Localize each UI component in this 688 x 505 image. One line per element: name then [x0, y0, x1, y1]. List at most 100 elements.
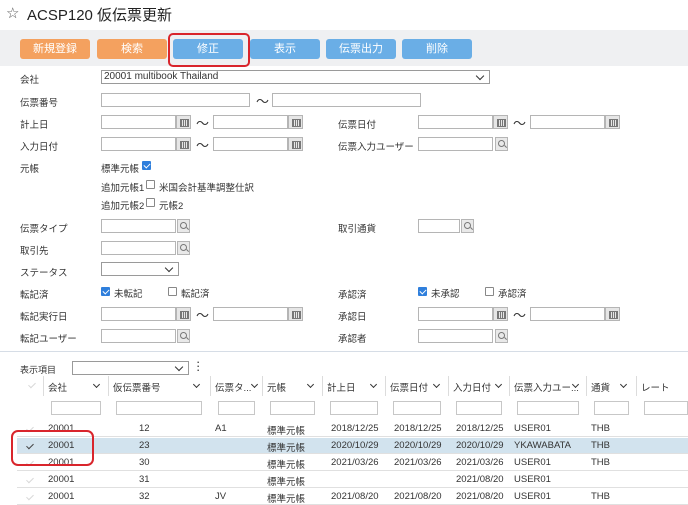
- col-header-voucher-date[interactable]: 伝票日付: [390, 380, 428, 394]
- filter-voucher-type-input[interactable]: [218, 401, 255, 415]
- table-row[interactable]: 20001 30 標準元帳 2021/03/26 2021/03/26 2021…: [17, 455, 688, 471]
- partner-label: 取引先: [20, 246, 49, 257]
- calendar-icon[interactable]: [288, 307, 303, 321]
- unapproved-checkbox[interactable]: [418, 287, 427, 296]
- filter-voucher-date-input[interactable]: [393, 401, 441, 415]
- voucher-date-from-input[interactable]: [418, 115, 493, 129]
- print-voucher-button[interactable]: 伝票出力: [326, 39, 396, 59]
- table-row[interactable]: 20001 32 JV 標準元帳 2021/08/20 2021/08/20 2…: [17, 489, 688, 505]
- col-header-company[interactable]: 会社: [48, 380, 67, 394]
- calendar-icon[interactable]: [288, 137, 303, 151]
- col-header-voucher-no[interactable]: 仮伝票番号: [113, 380, 161, 394]
- filter-input-user-input[interactable]: [517, 401, 579, 415]
- ledger-add2-checkbox[interactable]: [146, 198, 155, 207]
- approval-date-from-input[interactable]: [418, 307, 493, 321]
- col-header-currency[interactable]: 通貨: [591, 380, 610, 394]
- search-icon[interactable]: [177, 219, 190, 233]
- table-row[interactable]: 20001 12 A1 標準元帳 2018/12/25 2018/12/25 2…: [17, 421, 688, 437]
- post-exec-date-from-input[interactable]: [101, 307, 176, 321]
- calendar-icon[interactable]: [493, 115, 508, 129]
- calendar-icon[interactable]: [493, 307, 508, 321]
- ledger-add1-label: 追加元帳1: [101, 183, 145, 194]
- filter-input-date-input[interactable]: [456, 401, 502, 415]
- input-user-input[interactable]: [418, 137, 493, 151]
- input-date-to-input[interactable]: [213, 137, 288, 151]
- filter-rate-input[interactable]: [644, 401, 688, 415]
- view-button[interactable]: 表示: [250, 39, 320, 59]
- favorite-star-icon[interactable]: ☆: [6, 4, 19, 22]
- cell-post-date: 2021/08/20: [331, 491, 379, 502]
- new-button[interactable]: 新規登録: [20, 39, 90, 59]
- search-icon[interactable]: [177, 241, 190, 255]
- range-tilde: 〜: [513, 116, 527, 131]
- voucher-no-from-input[interactable]: [101, 93, 250, 107]
- calendar-icon[interactable]: [605, 115, 620, 129]
- search-icon[interactable]: [461, 219, 474, 233]
- select-all-check-icon[interactable]: [28, 380, 36, 389]
- sort-chevron-icon[interactable]: [306, 380, 315, 389]
- page-title: ACSP120 仮伝票更新: [27, 7, 173, 24]
- post-date-to-input[interactable]: [213, 115, 288, 129]
- input-date-label: 入力日付: [20, 142, 59, 153]
- sort-chevron-icon[interactable]: [250, 380, 259, 389]
- sort-chevron-icon[interactable]: [619, 380, 628, 389]
- calendar-icon[interactable]: [288, 115, 303, 129]
- table-row-selected[interactable]: 20001 23 標準元帳 2020/10/29 2020/10/29 2020…: [17, 438, 688, 454]
- currency-input[interactable]: [418, 219, 460, 233]
- unposted-checkbox[interactable]: [101, 287, 110, 296]
- search-icon[interactable]: [495, 329, 508, 343]
- filter-company-input[interactable]: [51, 401, 101, 415]
- post-user-input[interactable]: [101, 329, 176, 343]
- ledger-standard-label: 標準元帳: [101, 164, 140, 175]
- search-button[interactable]: 検索: [97, 39, 167, 59]
- calendar-icon[interactable]: [176, 307, 191, 321]
- partner-input[interactable]: [101, 241, 176, 255]
- input-date-from-input[interactable]: [101, 137, 176, 151]
- filter-currency-input[interactable]: [594, 401, 629, 415]
- calendar-icon[interactable]: [176, 137, 191, 151]
- company-select[interactable]: 20001 multibook Thailand: [101, 70, 490, 84]
- filter-voucher-no-input[interactable]: [116, 401, 202, 415]
- col-header-input-date[interactable]: 入力日付: [453, 380, 491, 394]
- sort-chevron-icon[interactable]: [92, 380, 101, 389]
- post-date-from-input[interactable]: [101, 115, 176, 129]
- approval-date-to-input[interactable]: [530, 307, 605, 321]
- row-check-icon[interactable]: [26, 492, 34, 501]
- sort-chevron-icon[interactable]: [494, 380, 503, 389]
- approval-date-label: 承認日: [338, 312, 367, 323]
- col-header-input-user[interactable]: 伝票入力ユー...: [514, 380, 579, 394]
- voucher-no-to-input[interactable]: [272, 93, 421, 107]
- col-header-ledger[interactable]: 元帳: [267, 380, 286, 394]
- filter-ledger-input[interactable]: [270, 401, 315, 415]
- posted-checkbox[interactable]: [168, 287, 177, 296]
- ledger-add1-checkbox[interactable]: [146, 180, 155, 189]
- status-select[interactable]: [101, 262, 179, 276]
- voucher-no-label: 伝票番号: [20, 98, 59, 109]
- cell-voucher-no: 31: [139, 474, 150, 485]
- sort-chevron-icon[interactable]: [192, 380, 201, 389]
- approver-input[interactable]: [418, 329, 493, 343]
- cell-post-date: 2021/03/26: [331, 457, 379, 468]
- cell-currency: THB: [591, 423, 610, 434]
- sort-chevron-icon[interactable]: [369, 380, 378, 389]
- ledger-standard-checkbox[interactable]: [142, 161, 151, 170]
- table-row[interactable]: 20001 31 標準元帳 2021/08/20 USER01: [17, 472, 688, 488]
- calendar-icon[interactable]: [176, 115, 191, 129]
- sort-chevron-icon[interactable]: [432, 380, 441, 389]
- delete-button[interactable]: 削除: [402, 39, 472, 59]
- row-check-icon[interactable]: [26, 475, 34, 484]
- col-header-rate[interactable]: レート: [641, 380, 670, 394]
- more-options-icon[interactable]: · · ·: [196, 355, 200, 376]
- post-exec-date-to-input[interactable]: [213, 307, 288, 321]
- voucher-type-input[interactable]: [101, 219, 176, 233]
- search-icon[interactable]: [495, 137, 508, 151]
- voucher-date-to-input[interactable]: [530, 115, 605, 129]
- display-items-select[interactable]: [72, 361, 189, 375]
- filter-post-date-input[interactable]: [330, 401, 378, 415]
- col-header-voucher-type[interactable]: 伝票タ...: [215, 380, 251, 394]
- calendar-icon[interactable]: [605, 307, 620, 321]
- col-header-post-date[interactable]: 計上日: [327, 380, 356, 394]
- input-user-label: 伝票入力ユーザー: [338, 142, 414, 153]
- search-icon[interactable]: [177, 329, 190, 343]
- approved-checkbox[interactable]: [485, 287, 494, 296]
